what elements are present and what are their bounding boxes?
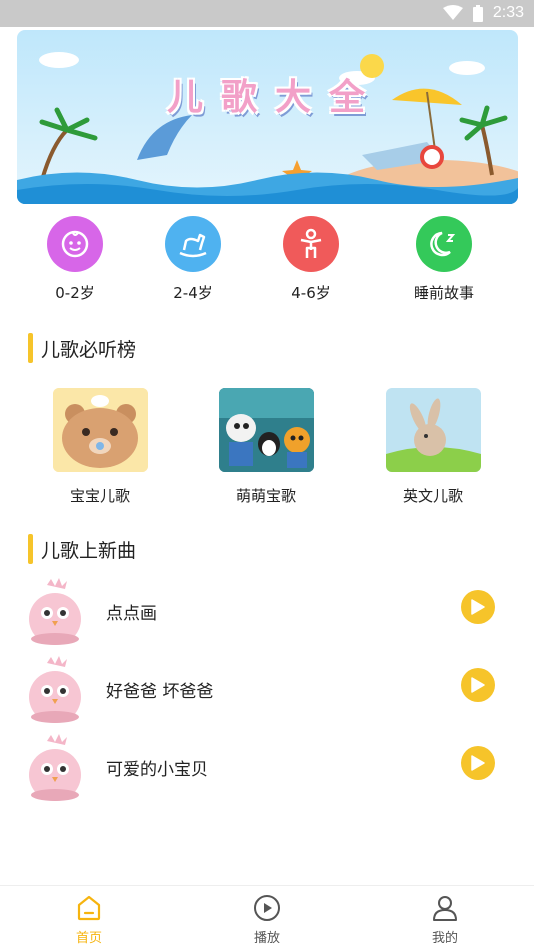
song-title: 点点画	[106, 604, 157, 624]
category-label: 2-4岁	[173, 284, 213, 302]
section-accent-bar	[28, 333, 33, 363]
child-icon	[283, 216, 339, 272]
category-label: 睡前故事	[413, 284, 474, 302]
banner[interactable]: 儿歌大全	[17, 30, 518, 204]
pink-chick-icon	[29, 656, 81, 723]
status-time: 2:33	[492, 4, 524, 21]
play-button[interactable]	[461, 746, 495, 780]
section-top-list-title: 儿歌必听榜	[28, 333, 136, 363]
category-bedtime-story[interactable]: 睡前故事	[394, 216, 494, 303]
moon-sleep-icon	[416, 216, 472, 272]
album-label: 萌萌宝歌	[235, 487, 296, 505]
album-cute-songs[interactable]: 萌萌宝歌	[206, 388, 326, 506]
play-circle-icon	[254, 895, 280, 921]
section-title-text: 儿歌上新曲	[41, 539, 137, 562]
bottom-tab-bar: 首页 播放 我的	[0, 885, 534, 949]
rocking-horse-icon	[165, 216, 221, 272]
section-title-text: 儿歌必听榜	[41, 338, 137, 361]
octonauts-image	[218, 388, 314, 472]
song-row[interactable]: 点点画	[0, 577, 534, 647]
category-label: 4-6岁	[291, 284, 331, 302]
album-english-songs[interactable]: 英文儿歌	[373, 388, 493, 506]
tab-mine[interactable]: 我的	[405, 894, 485, 946]
status-bar: 2:33	[0, 0, 534, 27]
tab-play[interactable]: 播放	[227, 894, 307, 946]
album-label: 宝宝儿歌	[69, 487, 130, 505]
play-button[interactable]	[461, 590, 495, 624]
pink-chick-icon	[29, 734, 81, 801]
play-icon	[471, 599, 485, 615]
category-2-4[interactable]: 2-4岁	[143, 216, 243, 303]
play-icon	[471, 677, 485, 693]
album-label: 英文儿歌	[402, 487, 463, 505]
bear-image	[52, 388, 148, 472]
category-label: 0-2岁	[55, 284, 95, 302]
bunny-image	[385, 388, 481, 472]
banner-title: 儿歌大全	[167, 77, 384, 118]
song-title: 好爸爸 坏爸爸	[106, 682, 214, 702]
home-icon	[77, 895, 101, 921]
category-row: 0-2岁 2-4岁 4-6岁 睡前故事	[0, 216, 534, 306]
section-new-songs-title: 儿歌上新曲	[28, 534, 136, 564]
tab-label: 我的	[431, 931, 458, 946]
tab-label: 播放	[253, 931, 280, 946]
play-button[interactable]	[461, 668, 495, 702]
album-baby-songs[interactable]: 宝宝儿歌	[40, 388, 160, 506]
play-icon	[471, 755, 485, 771]
category-4-6[interactable]: 4-6岁	[261, 216, 361, 303]
song-row[interactable]: 好爸爸 坏爸爸	[0, 655, 534, 725]
section-accent-bar	[28, 534, 33, 564]
battery-icon	[472, 4, 483, 22]
user-icon	[433, 896, 457, 921]
tab-home[interactable]: 首页	[49, 894, 129, 946]
wifi-icon	[442, 5, 463, 20]
song-row[interactable]: 可爱的小宝贝	[0, 733, 534, 803]
baby-face-icon	[47, 216, 103, 272]
tab-label: 首页	[75, 931, 102, 946]
pink-chick-icon	[29, 578, 81, 645]
song-title: 可爱的小宝贝	[106, 760, 208, 780]
category-0-2[interactable]: 0-2岁	[25, 216, 125, 303]
